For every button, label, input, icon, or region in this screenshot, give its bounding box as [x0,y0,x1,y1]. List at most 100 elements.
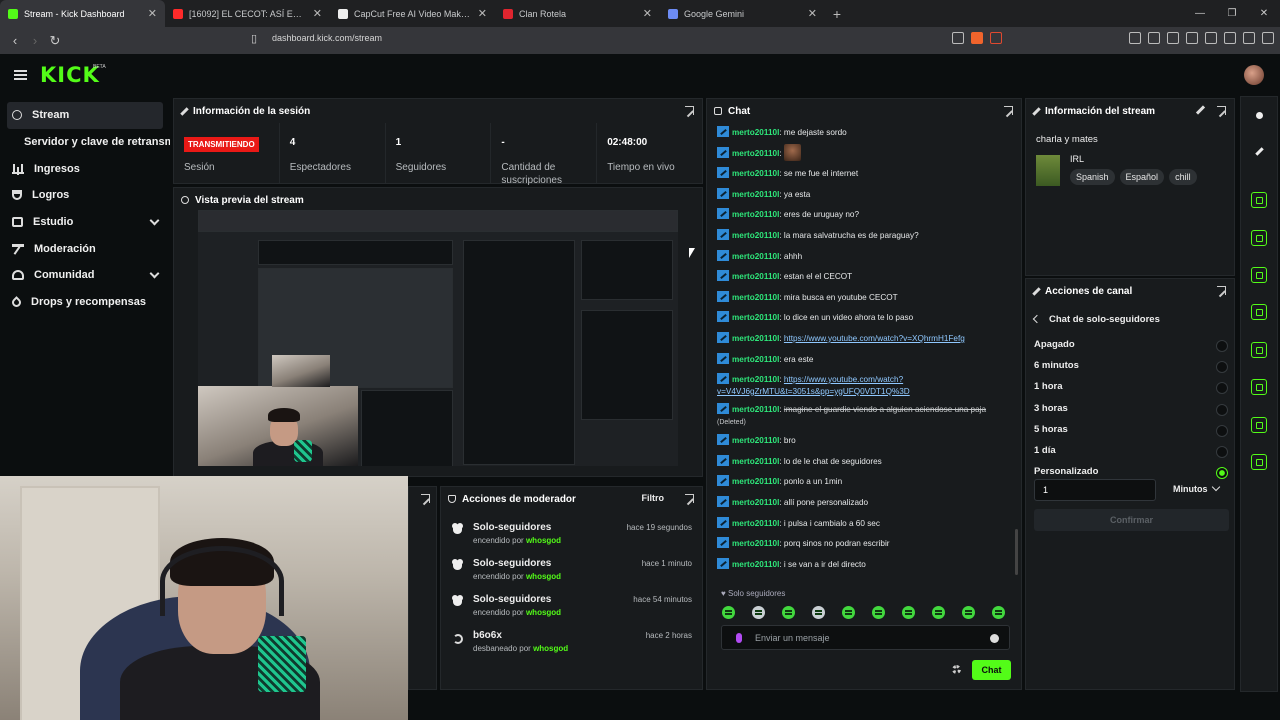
chat-username[interactable]: merto20110l [732,519,779,528]
close-tab-icon[interactable]: ✕ [643,7,652,20]
sidebar-icon[interactable] [1186,32,1198,44]
chat-message-input[interactable]: Enviar un mensaje [721,625,1010,650]
sidebar-item-comunidad[interactable]: Comunidad [0,262,170,289]
lightning-icon[interactable] [1251,230,1267,246]
user-avatar[interactable] [1244,65,1264,85]
expand-icon[interactable] [685,494,694,503]
chat-username[interactable]: merto20110l [732,375,779,384]
close-tab-icon[interactable]: ✕ [808,7,817,20]
duration-option-label[interactable]: Personalizado [1034,466,1098,477]
chat-username[interactable]: merto20110l [732,231,779,240]
chat-username[interactable]: merto20110l [732,169,779,178]
info-icon[interactable] [1251,107,1267,123]
screenshot-icon[interactable] [1148,32,1160,44]
sidebar-item-stream[interactable]: Stream [7,102,163,129]
chat-username[interactable]: merto20110l [732,560,779,569]
emote-icon[interactable] [902,606,915,619]
emote-icon[interactable] [812,606,825,619]
calendar-icon[interactable] [1251,379,1267,395]
hamburger-menu-icon[interactable] [14,70,27,80]
confirm-button[interactable]: Confirmar [1034,509,1229,531]
chat-username[interactable]: merto20110l [732,355,779,364]
back-icon[interactable]: ‹ [5,33,25,48]
custom-duration-input[interactable]: 1 [1034,479,1156,501]
forward-icon[interactable]: › [25,33,45,48]
clip-icon[interactable] [1251,192,1267,208]
close-window-icon[interactable]: ✕ [1248,0,1280,27]
bookmark-icon[interactable]: ▯ [244,32,264,45]
stream-tag[interactable]: Spanish [1070,169,1115,185]
sidebar-item-moderacion[interactable]: Moderación [0,235,170,262]
broadcast-icon[interactable] [1251,342,1267,358]
extension-icon[interactable] [1129,32,1141,44]
download-icon[interactable] [1243,32,1255,44]
stream-preview-video[interactable] [198,210,678,466]
new-tab-icon[interactable]: + [825,0,849,27]
duration-radio[interactable] [1216,361,1228,374]
emote-icon[interactable] [752,606,765,619]
url-field[interactable]: dashboard.kick.com/stream [272,33,382,43]
duration-radio[interactable] [1216,403,1228,416]
expand-icon[interactable] [1004,106,1013,115]
expand-icon[interactable] [685,106,694,115]
duration-option-label[interactable]: 5 horas [1034,424,1068,435]
expand-icon[interactable] [1217,286,1226,295]
chat-username[interactable]: merto20110l [732,334,779,343]
duration-option-label[interactable]: 3 horas [1034,403,1068,414]
wrench-icon[interactable] [1251,417,1267,433]
sidebar-item-logros[interactable]: Logros [0,182,170,209]
brave-shield-icon[interactable] [971,32,983,44]
duration-option-label[interactable]: 1 día [1034,445,1056,456]
emote-icon[interactable] [782,606,795,619]
vpn-icon[interactable] [1224,32,1236,44]
duration-radio[interactable] [1216,340,1228,352]
music-icon[interactable] [1167,32,1179,44]
chat-username[interactable]: merto20110l [732,252,779,261]
emote-icon[interactable] [842,606,855,619]
edit-icon[interactable] [1251,143,1267,159]
chat-username[interactable]: merto20110l [732,190,779,199]
emote-icon[interactable] [962,606,975,619]
duration-radio[interactable] [1216,424,1228,437]
close-tab-icon[interactable]: ✕ [148,7,157,20]
reload-icon[interactable]: ↻ [45,33,65,49]
sidebar-item-drops[interactable]: Drops y recompensas [0,289,170,316]
chat-settings-icon[interactable] [952,665,961,674]
duration-radio[interactable] [1216,382,1228,395]
emote-icon[interactable] [722,606,735,619]
duration-option-label[interactable]: 6 minutos [1034,360,1079,371]
browser-tab[interactable]: CapCut Free AI Video Maker | Smart ✕ [330,0,495,27]
sidebar-item-stream-key[interactable]: Servidor y clave de retransmisión [0,129,170,156]
moderator-name[interactable]: whosgod [533,644,568,653]
browser-tab[interactable]: Clan Rotela ✕ [495,0,660,27]
sidebar-item-ingresos[interactable]: Ingresos [0,155,170,182]
document-icon[interactable] [1251,267,1267,283]
chat-bubble-icon[interactable] [1251,304,1267,320]
chat-username[interactable]: merto20110l [732,272,779,281]
chat-username[interactable]: merto20110l [732,477,779,486]
duration-option-label[interactable]: Apagado [1034,339,1075,350]
rewards-icon[interactable] [990,32,1002,44]
sidebar-item-estudio[interactable]: Estudio [0,209,170,236]
filter-button[interactable]: Filtro [642,493,665,503]
emote-icon[interactable] [932,606,945,619]
close-tab-icon[interactable]: ✕ [478,7,487,20]
duration-radio[interactable] [1216,446,1228,458]
send-chat-button[interactable]: Chat [972,660,1011,680]
chat-username[interactable]: merto20110l [732,313,779,322]
chat-username[interactable]: merto20110l [732,405,779,414]
duration-radio[interactable] [1216,467,1228,480]
expand-icon[interactable] [1217,106,1226,115]
chat-username[interactable]: merto20110l [732,210,779,219]
chat-username[interactable]: merto20110l [732,149,779,158]
settings-icon[interactable] [1251,454,1267,470]
stream-tag[interactable]: Español [1119,169,1165,185]
chat-username[interactable]: merto20110l [732,128,779,137]
chat-link[interactable]: https://www.youtube.com/watch?v=XQhrmH1F… [784,334,965,343]
kick-logo[interactable]: KICK [40,63,100,87]
emote-icon[interactable] [872,606,885,619]
browser-tab[interactable]: Stream - Kick Dashboard ✕ [0,0,165,27]
moderator-name[interactable]: whosgod [526,572,561,581]
chat-scrollbar[interactable] [1015,529,1018,575]
wallet-icon[interactable] [1205,32,1217,44]
